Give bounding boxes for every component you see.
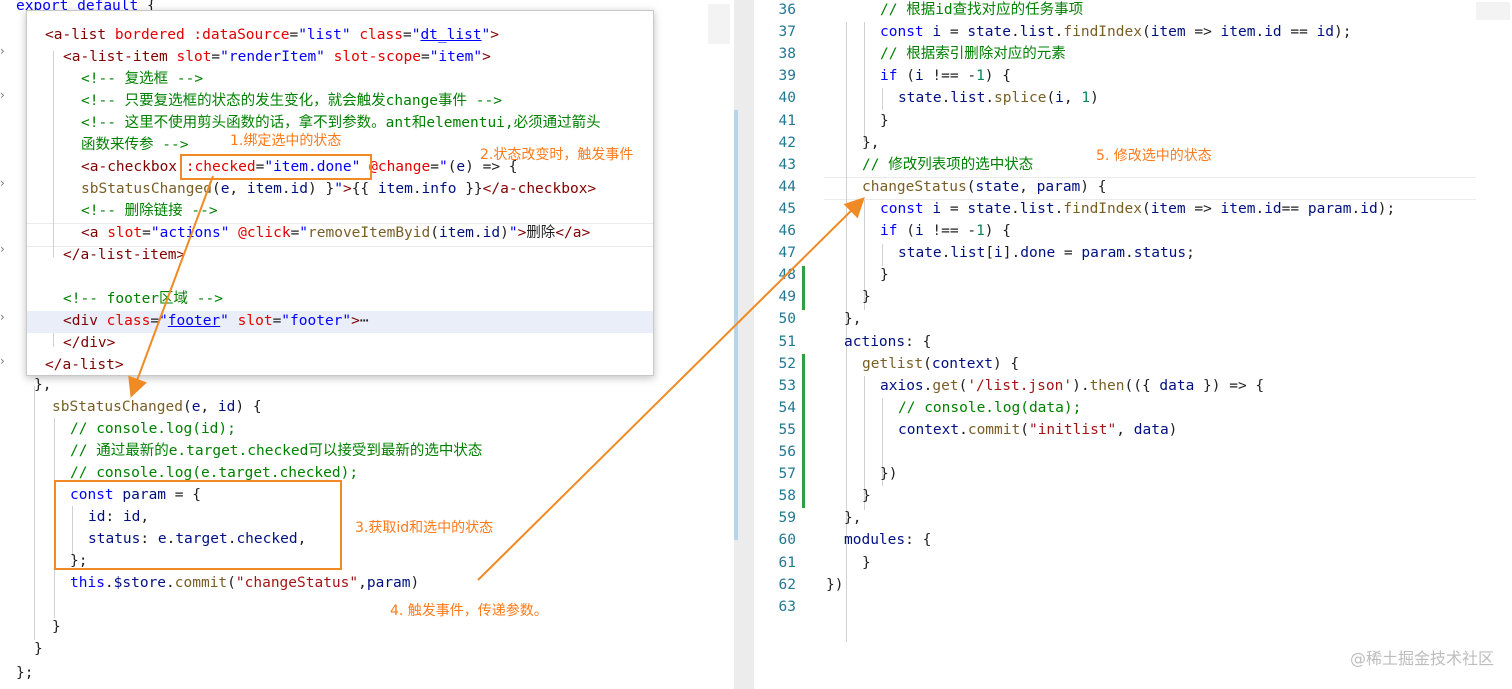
- arrow-checkbox-to-method: [128, 175, 214, 398]
- arrow-commit-to-mutation: [477, 197, 865, 581]
- watermark: @稀土掘金技术社区: [1349, 649, 1494, 668]
- annotation-arrows: [128, 175, 865, 581]
